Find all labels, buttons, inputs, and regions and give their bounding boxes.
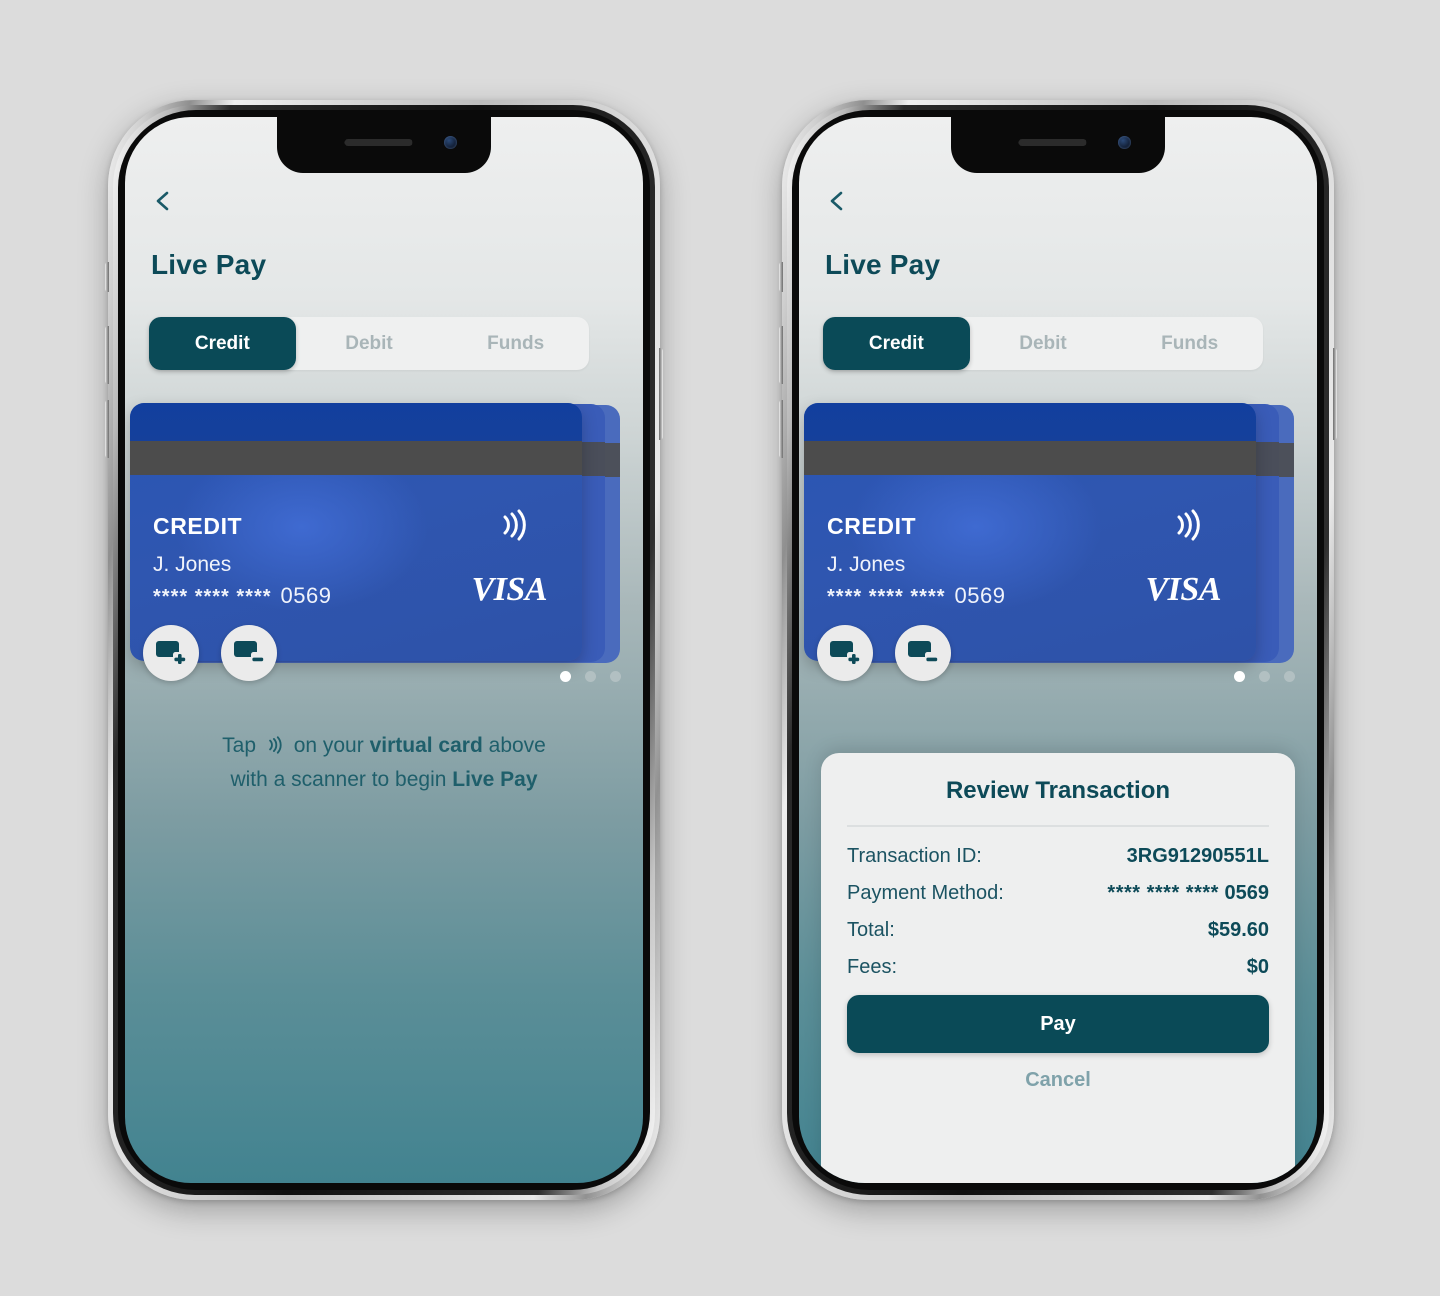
review-row-fees: Fees: $0	[847, 956, 1269, 979]
volume-down-button[interactable]	[779, 400, 783, 458]
card-number-last4: 0569	[954, 583, 1006, 608]
card-carousel: CREDIT J. Jones **** **** **** 0569 VISA	[125, 403, 643, 695]
row-value-masked: **** **** ****	[1107, 882, 1219, 904]
app-content-right: Live Pay Credit Debit Funds CREDIT J. Jo…	[799, 117, 1317, 1183]
volume-down-button[interactable]	[105, 400, 109, 458]
review-row-payment-method: Payment Method: **** **** **** 0569	[847, 882, 1269, 905]
chevron-left-icon[interactable]	[151, 189, 175, 213]
tap-instruction: Tap on your virtual card above with a sc…	[125, 729, 643, 797]
review-row-transaction-id: Transaction ID: 3RG91290551L	[847, 845, 1269, 868]
carousel-dot[interactable]	[1259, 671, 1270, 682]
magnetic-stripe	[130, 441, 582, 475]
card-top-band	[130, 403, 582, 441]
row-value-last4: 0569	[1224, 882, 1270, 904]
contactless-icon	[264, 733, 286, 755]
hint-line2-pre: with a scanner to begin	[230, 768, 447, 791]
front-camera-icon	[444, 136, 457, 149]
hint-line1-pre: Tap	[222, 734, 256, 757]
mute-switch[interactable]	[105, 262, 109, 292]
card-number: **** **** **** 0569	[153, 583, 331, 609]
card-type-label: CREDIT	[827, 513, 917, 539]
visa-logo: VISA	[471, 571, 548, 608]
mute-switch[interactable]	[779, 262, 783, 292]
add-card-icon[interactable]	[143, 625, 199, 681]
pay-button[interactable]: Pay	[847, 995, 1269, 1053]
card-top-band	[804, 403, 1256, 441]
notch	[951, 117, 1165, 173]
magnetic-stripe	[804, 441, 1256, 475]
volume-up-button[interactable]	[105, 326, 109, 384]
contactless-icon	[1168, 505, 1208, 545]
tab-funds[interactable]: Funds	[442, 317, 589, 370]
remove-card-icon[interactable]	[221, 625, 277, 681]
speaker-grille-icon	[344, 139, 413, 146]
card-holder-name: J. Jones	[827, 553, 906, 576]
carousel-dot[interactable]	[585, 671, 596, 682]
speaker-grille-icon	[1018, 139, 1087, 146]
hint-line1-bold: virtual card	[369, 734, 483, 757]
tab-debit[interactable]: Debit	[296, 317, 443, 370]
carousel-dot[interactable]	[560, 671, 571, 682]
carousel-dot[interactable]	[1284, 671, 1295, 682]
power-button[interactable]	[1333, 348, 1337, 440]
chevron-left-icon[interactable]	[825, 189, 849, 213]
carousel-dots	[560, 671, 621, 682]
power-button[interactable]	[659, 348, 663, 440]
remove-card-icon[interactable]	[895, 625, 951, 681]
card-type-label: CREDIT	[153, 513, 243, 539]
hint-line2-bold: Live Pay	[452, 768, 538, 791]
hint-line1-mid: on your	[293, 734, 364, 757]
hint-line1-post: above	[488, 734, 546, 757]
visa-logo: VISA	[1145, 571, 1222, 608]
card-holder-name: J. Jones	[153, 553, 232, 576]
cancel-button[interactable]: Cancel	[847, 1069, 1269, 1092]
phone-right: Live Pay Credit Debit Funds CREDIT J. Jo…	[779, 100, 1337, 1200]
row-value: 3RG91290551L	[1126, 845, 1269, 867]
card-carousel: CREDIT J. Jones **** **** **** 0569 VISA	[799, 403, 1317, 695]
card-action-buttons	[817, 625, 951, 681]
card-number-last4: 0569	[280, 583, 332, 608]
notch	[277, 117, 491, 173]
row-value: $0	[1246, 956, 1269, 978]
row-label: Payment Method:	[847, 882, 1004, 904]
tab-debit[interactable]: Debit	[970, 317, 1117, 370]
row-label: Transaction ID:	[847, 845, 982, 867]
tab-credit[interactable]: Credit	[149, 317, 296, 370]
screenshot-stage: Live Pay Credit Debit Funds CREDIT J. Jo…	[0, 0, 1440, 1296]
row-value: $59.60	[1207, 919, 1269, 941]
row-label: Fees:	[847, 956, 898, 978]
front-camera-icon	[1118, 136, 1131, 149]
carousel-dot[interactable]	[1234, 671, 1245, 682]
review-transaction-panel: Review Transaction Transaction ID: 3RG91…	[821, 753, 1295, 1183]
add-card-icon[interactable]	[817, 625, 873, 681]
phone-screen-left: Live Pay Credit Debit Funds CREDIT J. Jo…	[125, 117, 643, 1183]
tab-funds[interactable]: Funds	[1116, 317, 1263, 370]
virtual-card[interactable]: CREDIT J. Jones **** **** **** 0569 VISA	[130, 403, 582, 661]
phone-screen-right: Live Pay Credit Debit Funds CREDIT J. Jo…	[799, 117, 1317, 1183]
card-number-masked: **** **** ****	[153, 586, 272, 608]
row-value: **** **** **** 0569	[1107, 882, 1269, 905]
review-panel-title: Review Transaction	[945, 777, 1171, 804]
card-action-buttons	[143, 625, 277, 681]
review-row-total: Total: $59.60	[847, 919, 1269, 942]
carousel-dots	[1234, 671, 1295, 682]
card-number-masked: **** **** ****	[827, 586, 946, 608]
carousel-dot[interactable]	[610, 671, 621, 682]
phone-left: Live Pay Credit Debit Funds CREDIT J. Jo…	[105, 100, 663, 1200]
app-content-left: Live Pay Credit Debit Funds CREDIT J. Jo…	[125, 117, 643, 1183]
page-title: Live Pay	[825, 249, 941, 280]
tab-credit[interactable]: Credit	[823, 317, 970, 370]
card-number: **** **** **** 0569	[827, 583, 1005, 609]
virtual-card[interactable]: CREDIT J. Jones **** **** **** 0569 VISA	[804, 403, 1256, 661]
page-title: Live Pay	[151, 249, 267, 280]
contactless-icon	[494, 505, 534, 545]
row-label: Total:	[847, 919, 895, 941]
volume-up-button[interactable]	[779, 326, 783, 384]
payment-type-tabs: Credit Debit Funds	[149, 317, 589, 370]
panel-divider	[847, 825, 1269, 827]
payment-type-tabs: Credit Debit Funds	[823, 317, 1263, 370]
